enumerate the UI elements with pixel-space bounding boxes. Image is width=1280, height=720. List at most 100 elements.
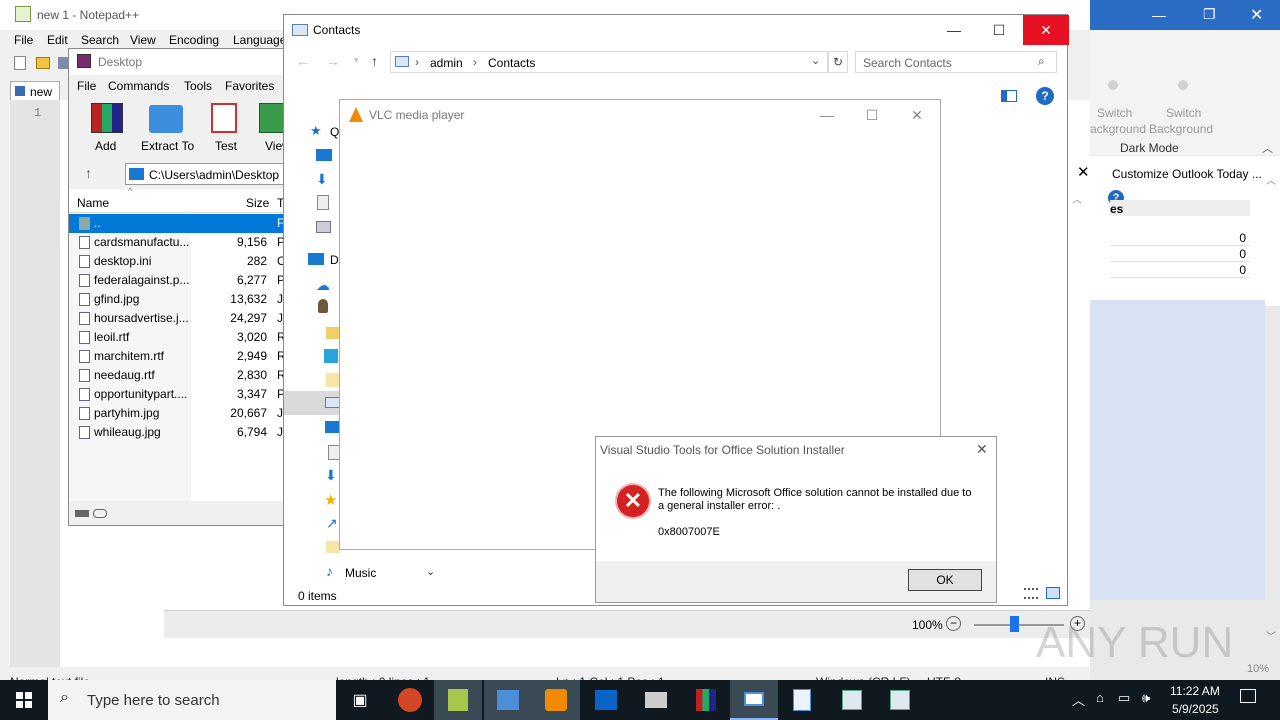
active-window-taskbar-icon[interactable] xyxy=(730,680,778,720)
test-button[interactable]: Test xyxy=(207,101,243,155)
user-icon[interactable] xyxy=(318,299,328,313)
address-dropdown-icon[interactable]: ⌄ xyxy=(811,54,820,67)
close-icon[interactable]: ✕ xyxy=(1023,15,1069,45)
extract-to-button[interactable]: Extract To xyxy=(139,101,195,155)
volume-icon[interactable]: 🕪 xyxy=(1142,690,1150,706)
save-file-icon[interactable] xyxy=(58,57,68,69)
refresh-icon[interactable]: ↻ xyxy=(828,51,848,73)
details-view-icon[interactable] xyxy=(1024,588,1038,599)
zoom-out-icon[interactable]: − xyxy=(946,616,961,631)
new-file-icon[interactable] xyxy=(14,56,26,70)
installer-taskbar-icon[interactable] xyxy=(632,680,680,720)
tray-chevron-icon[interactable]: ︿ xyxy=(1072,690,1085,709)
close-icon[interactable]: ✕ xyxy=(894,100,940,130)
maximize-icon[interactable]: ☐ xyxy=(849,100,895,130)
switch-label-1[interactable]: Switch xyxy=(1097,106,1132,120)
switch-label-2[interactable]: Switch xyxy=(1166,106,1201,120)
setup-taskbar-icon[interactable] xyxy=(828,680,876,720)
start-button[interactable] xyxy=(0,680,48,720)
help-icon[interactable]: ? xyxy=(1036,87,1054,105)
file-row[interactable]: hoursadvertise.j... 24,297 JI xyxy=(69,309,299,328)
recent-dropdown-icon[interactable]: ▾ xyxy=(354,55,359,66)
scroll-down-arrow-icon[interactable]: ﹀ xyxy=(1266,628,1276,643)
nav-item-music[interactable]: Music xyxy=(345,566,376,580)
menu-edit[interactable]: Edit xyxy=(47,33,68,47)
outlook-taskbar-icon[interactable] xyxy=(582,680,630,720)
search-icon[interactable]: ⌕ xyxy=(1038,54,1045,69)
folder-icon[interactable] xyxy=(326,327,340,339)
maximize-icon[interactable]: ☐ xyxy=(976,15,1022,45)
3d-objects-icon[interactable] xyxy=(324,349,338,363)
menu-encoding[interactable]: Encoding xyxy=(169,33,219,47)
breadcrumb-contacts[interactable]: Contacts xyxy=(488,56,535,70)
contacts-taskbar-icon[interactable] xyxy=(484,680,532,720)
file-row[interactable]: desktop.ini 282 C xyxy=(69,252,299,271)
clock-date[interactable]: 5/9/2025 xyxy=(1172,702,1219,716)
breadcrumb-admin[interactable]: admin xyxy=(430,56,463,70)
file-row[interactable]: cardsmanufactu... 9,156 P xyxy=(69,233,299,252)
powerpoint-icon[interactable] xyxy=(386,680,434,720)
ok-button[interactable]: OK xyxy=(908,569,982,591)
taskbar-search[interactable]: ⌕ Type here to search xyxy=(48,680,336,720)
folder-icon[interactable] xyxy=(326,373,340,387)
menu-view[interactable]: View xyxy=(130,33,156,47)
file-row[interactable]: partyhim.jpg 20,667 JI xyxy=(69,404,299,423)
winrar-menu-favorites[interactable]: Favorites xyxy=(225,79,274,93)
notepadpp-taskbar-icon[interactable] xyxy=(434,680,482,720)
large-icons-view-icon[interactable] xyxy=(1046,587,1060,599)
notifications-icon[interactable] xyxy=(1240,689,1256,703)
network-icon[interactable]: ⌂ xyxy=(1096,690,1104,705)
onedrive-icon[interactable]: ☁ xyxy=(316,277,330,294)
downloads-folder-icon[interactable]: ⬇ xyxy=(325,467,337,484)
add-button[interactable]: Add xyxy=(89,101,125,155)
search-box[interactable]: Search Contacts ⌕ xyxy=(855,51,1057,73)
nav-item[interactable]: Q xyxy=(330,125,339,139)
scroll-up-icon[interactable]: ︿ xyxy=(1072,191,1082,206)
notepadpp-tab[interactable]: new 1 xyxy=(10,81,60,113)
close-icon[interactable]: ✕ xyxy=(976,441,988,458)
open-file-icon[interactable] xyxy=(36,57,50,69)
file-row[interactable]: leoil.rtf 3,020 R xyxy=(69,328,299,347)
minimize-icon[interactable]: — xyxy=(931,15,977,45)
up-icon[interactable]: ↑ xyxy=(371,53,378,69)
column-name[interactable]: Name xyxy=(77,196,109,210)
setup2-taskbar-icon[interactable] xyxy=(876,680,924,720)
task-view-icon[interactable]: ▣ xyxy=(336,680,384,720)
pane-close-icon[interactable]: ✕ xyxy=(1077,163,1090,181)
favorites-icon[interactable]: ★ xyxy=(324,491,337,509)
switch-toggle-icon-2[interactable] xyxy=(1178,80,1188,90)
documents-icon[interactable] xyxy=(317,195,329,210)
switch-toggle-icon[interactable] xyxy=(1108,80,1118,90)
zoom-slider-thumb[interactable] xyxy=(1010,616,1019,632)
folder-icon[interactable] xyxy=(326,541,340,553)
back-icon[interactable]: ← xyxy=(296,53,310,69)
winrar-taskbar-icon[interactable] xyxy=(682,680,730,720)
pictures-icon[interactable] xyxy=(316,221,331,233)
downloads-icon[interactable]: ⬇ xyxy=(316,171,328,188)
clock-time[interactable]: 11:22 AM xyxy=(1170,684,1220,698)
file-row[interactable]: needaug.rtf 2,830 R xyxy=(69,366,299,385)
menu-language[interactable]: Language xyxy=(233,33,286,47)
nav-scroll-down-icon[interactable]: ⌄ xyxy=(426,565,435,578)
restore-icon[interactable]: ❐ xyxy=(1203,6,1216,23)
links-icon[interactable]: ↗ xyxy=(326,515,338,532)
vlc-taskbar-icon[interactable] xyxy=(532,680,580,720)
file-row[interactable]: opportunitypart.... 3,347 P xyxy=(69,385,299,404)
wifi-icon[interactable]: ▭ xyxy=(1118,690,1130,706)
forward-icon[interactable]: → xyxy=(326,53,340,69)
file-row[interactable]: marchitem.rtf 2,949 R xyxy=(69,347,299,366)
collapse-ribbon-icon[interactable]: ︿ xyxy=(1262,140,1273,156)
thispc-icon[interactable] xyxy=(308,253,324,265)
winrar-menu-tools[interactable]: Tools xyxy=(184,79,212,93)
file-row[interactable]: .. F xyxy=(69,214,299,233)
minimize-icon[interactable]: — xyxy=(804,100,850,130)
column-size[interactable]: Size xyxy=(246,196,269,210)
close-icon[interactable]: ✕ xyxy=(1250,5,1263,25)
file-row[interactable]: whileaug.jpg 6,794 JI xyxy=(69,423,299,442)
preview-pane-icon[interactable] xyxy=(1001,90,1017,102)
scroll-up-arrow-icon[interactable]: ︿ xyxy=(1266,172,1276,187)
address-bar[interactable]: › admin › Contacts ⌄ xyxy=(390,51,828,73)
document-taskbar-icon[interactable] xyxy=(778,680,826,720)
winrar-menu-file[interactable]: File xyxy=(77,79,96,93)
music-icon[interactable]: ♪ xyxy=(326,563,333,579)
